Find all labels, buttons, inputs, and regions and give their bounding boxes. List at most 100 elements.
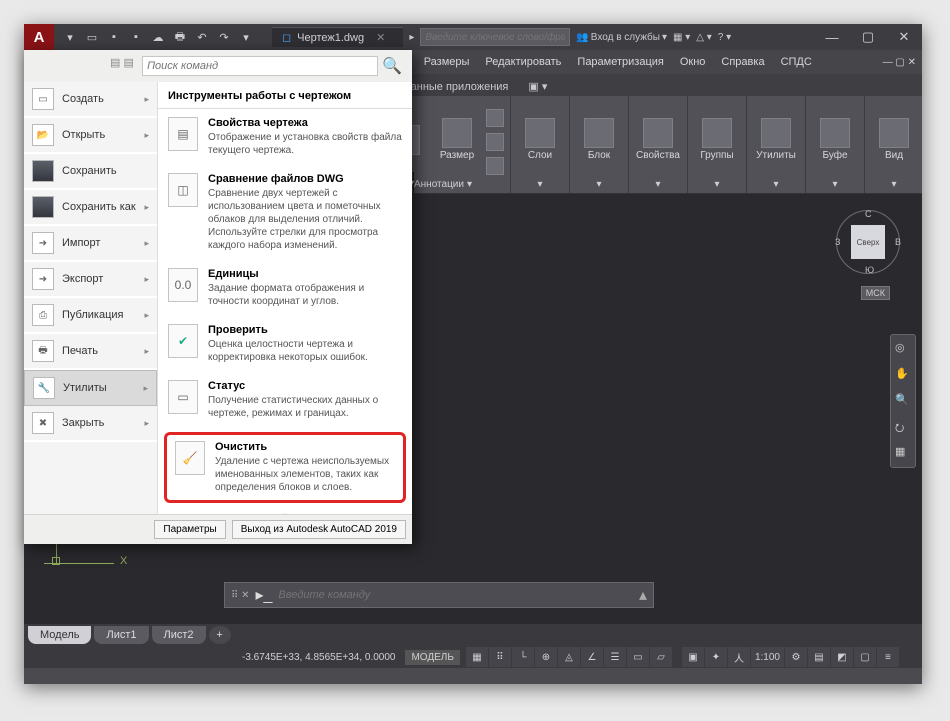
appmenu-print[interactable]: 🖶Печать▸ [24, 334, 157, 370]
appmenu-search-input[interactable] [142, 56, 378, 76]
menu-help[interactable]: Справка [713, 50, 772, 74]
tool-status[interactable]: ▭ СтатусПолучение статистических данных … [158, 372, 412, 428]
iso-icon[interactable]: ◬ [558, 647, 580, 667]
dimension-button[interactable]: Размер [434, 118, 480, 161]
close-button[interactable]: ✕ [886, 24, 922, 50]
tool-audit[interactable]: ✔ ПроверитьОценка целостности чертежа и … [158, 316, 412, 372]
qat-open-icon[interactable]: ▭ [84, 29, 100, 45]
viewcube[interactable]: Сверх С Ю В З [836, 210, 900, 274]
cmd-menu-icon[interactable]: ▴ [639, 585, 647, 605]
nav-zoom-icon[interactable]: 🔍 [895, 393, 911, 409]
panel-caption-annotation[interactable]: Аннотации [414, 179, 464, 190]
app-logo[interactable]: A [24, 24, 54, 50]
stay-connected-icon[interactable]: △ ▾ [696, 32, 712, 43]
menu-parametric[interactable]: Параметризация [569, 50, 671, 74]
qat-save-icon[interactable]: ▪ [106, 29, 122, 45]
scale-readout[interactable]: 1:100 [751, 647, 784, 667]
nav-wheel-icon[interactable]: ◎ [895, 341, 911, 357]
ortho-icon[interactable]: └ [512, 647, 534, 667]
tool-units[interactable]: 0.0 ЕдиницыЗадание формата отображения и… [158, 260, 412, 316]
qat-more-icon[interactable]: ▾ [238, 29, 254, 45]
appmenu-import[interactable]: ➜Импорт▸ [24, 226, 157, 262]
tool-purge[interactable]: 🧹 ОчиститьУдаление с чертежа неиспользуе… [164, 432, 406, 503]
maximize-button[interactable]: ▢ [850, 24, 886, 50]
qat-new-icon[interactable]: ▾ [62, 29, 78, 45]
more-indicator[interactable]: ▾ [158, 507, 412, 514]
leader-icon[interactable] [486, 109, 504, 127]
menu-dimensions[interactable]: Размеры [416, 50, 478, 74]
appmenu-new[interactable]: ▭Создать▸ [24, 82, 157, 118]
document-close-icon[interactable]: ✕ [376, 31, 385, 44]
menu-spds[interactable]: СПДС [773, 50, 820, 74]
command-input[interactable] [278, 589, 633, 601]
search-icon[interactable]: 🔍 [378, 56, 406, 76]
hw-icon[interactable]: ▤ [808, 647, 830, 667]
help-icon[interactable]: ? ▾ [718, 32, 731, 43]
qat-saveas-icon[interactable]: ▪ [128, 29, 144, 45]
qat-undo-icon[interactable]: ↶ [194, 29, 210, 45]
sign-in-button[interactable]: 👥 Вход в службы ▾ [576, 32, 667, 43]
options-button[interactable]: Параметры [154, 520, 225, 539]
grid-icon[interactable]: ▦ [466, 647, 488, 667]
cmd-handle-icon[interactable]: ⠿ ✕ [231, 590, 249, 601]
layers-button[interactable]: Слои [517, 118, 563, 161]
groups-button[interactable]: Группы [694, 118, 740, 161]
nav-pan-icon[interactable]: ✋ [895, 367, 911, 383]
tab-model[interactable]: Модель [28, 626, 91, 644]
mdi-controls[interactable]: — ▢ ✕ [883, 57, 922, 68]
tool-dwgcompare[interactable]: ◫ Сравнение файлов DWGСравнение двух чер… [158, 165, 412, 260]
clipboard-button[interactable]: Буфе [812, 118, 858, 161]
appmenu-utilities[interactable]: 🔧Утилиты▸ [24, 370, 157, 406]
qat-plot-icon[interactable]: 🖶 [172, 29, 188, 45]
osnap-icon[interactable]: ∠ [581, 647, 603, 667]
tab-sheet1[interactable]: Лист1 [94, 626, 148, 644]
appmenu-close[interactable]: ✖Закрыть▸ [24, 406, 157, 442]
qat-cloud-icon[interactable]: ☁ [150, 29, 166, 45]
gizmo-icon[interactable]: ✦ [705, 647, 727, 667]
lwt-icon[interactable]: ▭ [627, 647, 649, 667]
cloud-icon[interactable] [486, 157, 504, 175]
isolate-icon[interactable]: ◩ [831, 647, 853, 667]
otrack-icon[interactable]: ☰ [604, 647, 626, 667]
command-line[interactable]: ⠿ ✕ ▸_ ▴ [224, 582, 654, 608]
polar-icon[interactable]: ⊕ [535, 647, 557, 667]
appmenu-publish[interactable]: ⎙Публикация▸ [24, 298, 157, 334]
transp-icon[interactable]: ▱ [650, 647, 672, 667]
exchange-apps-icon[interactable]: ▦ ▾ [673, 32, 690, 43]
nav-orbit-icon[interactable]: ⭮ [895, 419, 911, 435]
clean-icon[interactable]: ▢ [854, 647, 876, 667]
document-tab[interactable]: ◻ Чертеж1.dwg ✕ [272, 27, 403, 47]
viewcube-top[interactable]: Сверх [851, 225, 885, 259]
appmenu-saveas[interactable]: Сохранить как▸ [24, 190, 157, 226]
tab-add[interactable]: + [209, 626, 231, 644]
view-button[interactable]: Вид [871, 118, 917, 161]
exit-button[interactable]: Выход из Autodesk AutoCAD 2019 [232, 520, 406, 539]
recent-docs-icon[interactable]: ▤ ▤ [110, 56, 134, 76]
panel-layers: Слои ▾ [511, 96, 570, 193]
appmenu-save[interactable]: Сохранить [24, 154, 157, 190]
appmenu-export[interactable]: ➜Экспорт▸ [24, 262, 157, 298]
snap-icon[interactable]: ⠿ [489, 647, 511, 667]
model-toggle[interactable]: МОДЕЛЬ [405, 650, 459, 665]
properties-button[interactable]: Свойства [635, 118, 681, 161]
customize-icon[interactable]: ≡ [877, 647, 899, 667]
gear-icon[interactable]: ⚙ [785, 647, 807, 667]
block-button[interactable]: Блок [576, 118, 622, 161]
sel-icon[interactable]: ▣ [682, 647, 704, 667]
menu-window[interactable]: Окно [672, 50, 714, 74]
search-chevron-icon[interactable]: ▸ [409, 32, 414, 43]
tab-sheet2[interactable]: Лист2 [152, 626, 206, 644]
window-controls: — ▢ ✕ [814, 24, 922, 50]
menu-edit[interactable]: Редактировать [477, 50, 569, 74]
ann-icon[interactable]: 人 [728, 647, 750, 667]
keyword-search-input[interactable] [420, 28, 570, 46]
appmenu-open[interactable]: 📂Открыть▸ [24, 118, 157, 154]
qat-redo-icon[interactable]: ↷ [216, 29, 232, 45]
utils-button[interactable]: Утилиты [753, 118, 799, 161]
tool-dwgprops[interactable]: ▤ Свойства чертежаОтображение и установк… [158, 109, 412, 165]
wcs-label[interactable]: МСК [861, 286, 890, 300]
minimize-button[interactable]: — [814, 24, 850, 50]
table-icon[interactable] [486, 133, 504, 151]
nav-showmotion-icon[interactable]: ▦ [895, 445, 911, 461]
ribbon-tab-extra[interactable]: ▣ ▾ [518, 77, 557, 96]
